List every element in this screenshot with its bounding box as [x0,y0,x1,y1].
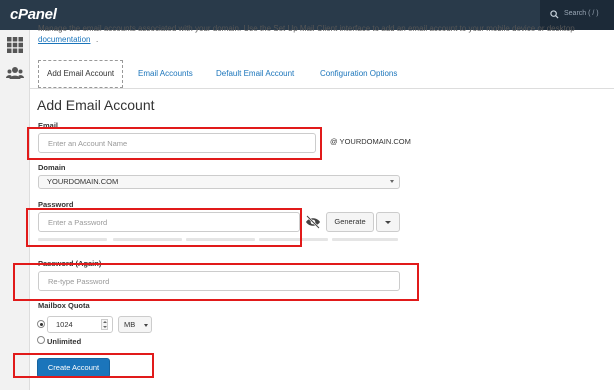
search-placeholder: Search ( / ) [564,10,599,17]
quota-unit-select[interactable]: MB [118,316,152,333]
eye-slash-icon[interactable] [302,212,324,232]
intro-description: Manage the email accounts associated wit… [38,24,575,33]
tabs-divider [30,88,614,89]
intro-link-suffix: . [96,35,99,44]
caret-down-icon [385,221,391,224]
tab-configuration-options[interactable]: Configuration Options [320,60,397,88]
caret-down-icon [390,180,394,183]
domain-label: Domain [38,163,66,172]
email-label: Email [38,121,59,130]
cpanel-logo[interactable]: cPanel [10,6,57,23]
tab-default-email-account[interactable]: Default Email Account [216,60,294,88]
strength-meter-segment [332,238,398,241]
generate-options-button[interactable] [376,212,400,232]
create-account-button[interactable]: Create Account [37,358,110,378]
strength-meter-segment [113,238,182,241]
users-icon[interactable] [6,65,24,81]
password-field[interactable] [38,212,300,232]
strength-meter-segment [38,238,107,241]
email-domain-suffix: @ YOURDOMAIN.COM [330,137,411,146]
email-field[interactable] [38,133,316,153]
strength-meter-segment [186,238,255,241]
sidebar [0,30,30,390]
password-again-label: Password (Again) [38,259,102,268]
quota-unlimited-radio[interactable] [37,336,45,344]
strength-meter-segment [259,238,328,241]
intro-text: Manage the email accounts associated wit… [38,24,614,46]
caret-down-icon [144,324,148,327]
grid-icon[interactable] [7,37,23,53]
tab-email-accounts[interactable]: Email Accounts [138,60,193,88]
unlimited-label: Unlimited [47,337,82,346]
password-label: Password [38,200,74,209]
domain-select-value: YOURDOMAIN.COM [47,177,119,186]
spinner-up[interactable] [103,321,107,323]
spinner-icon[interactable] [101,319,108,330]
page-title: Add Email Account [37,97,155,113]
password-again-field[interactable] [38,271,400,291]
quota-unit-value: MB [124,320,136,329]
domain-select[interactable]: YOURDOMAIN.COM [38,175,400,189]
search-icon [550,10,559,19]
quota-limited-radio[interactable] [37,320,45,328]
spinner-down[interactable] [103,326,107,328]
mailbox-quota-label: Mailbox Quota [38,301,90,310]
tab-add-email-account[interactable]: Add Email Account [38,60,124,88]
generate-button[interactable]: Generate [326,212,374,232]
documentation-link[interactable]: documentation [38,35,90,44]
